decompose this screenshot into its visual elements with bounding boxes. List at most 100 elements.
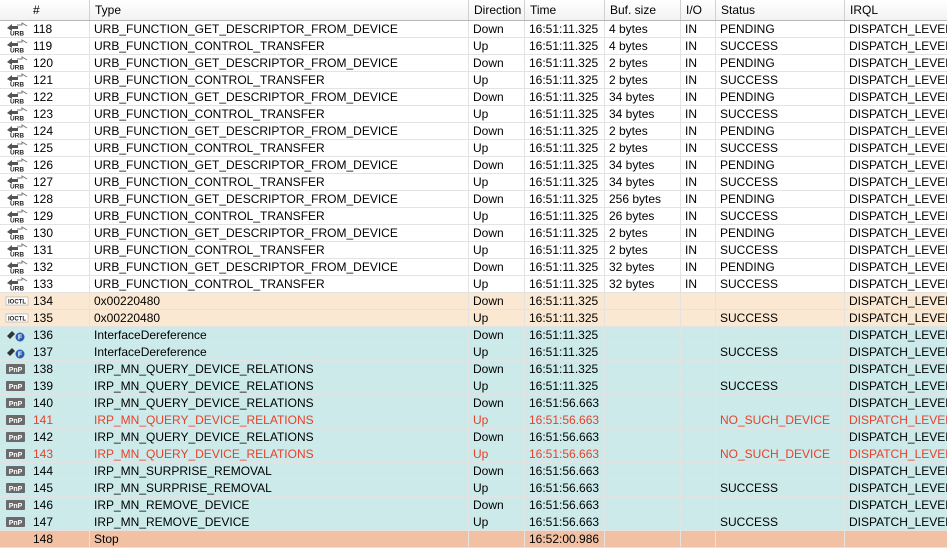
table-row[interactable]: PnP 143 IRP_MN_QUERY_DEVICE_RELATIONS Up 16:… bbox=[0, 446, 947, 463]
cell-buf-size bbox=[605, 327, 681, 343]
table-row[interactable]: 148 Stop 16:52:00.986 bbox=[0, 531, 947, 548]
cell-num: 121 bbox=[0, 72, 90, 88]
cell-buf-size: 2 bytes bbox=[605, 242, 681, 258]
cell-irql: DISPATCH_LEVEL bbox=[849, 447, 947, 461]
table-row[interactable]: URB 120 URB_FUNCTION_GET_DESCRIPTOR_FROM_D… bbox=[0, 55, 947, 72]
table-row[interactable]: IOCTL 134 0x00220480 Down 16:51:11.325 DISPAT… bbox=[0, 293, 947, 310]
cell-irql: DISPATCH_LEVEL bbox=[849, 345, 947, 359]
cell-type: IRP_MN_SURPRISE_REMOVAL bbox=[90, 480, 469, 496]
column-header-status[interactable]: Status bbox=[716, 0, 845, 20]
cell-num: 130 bbox=[0, 225, 90, 241]
cell-time: 16:51:56.663 bbox=[525, 446, 605, 462]
table-row[interactable]: URB 133 URB_FUNCTION_CONTROL_TRANSFER Up 16:… bbox=[0, 276, 947, 293]
table-row[interactable]: URB 122 URB_FUNCTION_GET_DESCRIPTOR_FROM_D… bbox=[0, 89, 947, 106]
table-row[interactable]: PnP 140 IRP_MN_QUERY_DEVICE_RELATIONS Down 1… bbox=[0, 395, 947, 412]
cell-io: IN bbox=[681, 55, 716, 71]
table-row[interactable]: IOCTL 135 0x00220480 Up 16:51:11.325 SUCCESS D… bbox=[0, 310, 947, 327]
column-header-num[interactable]: # bbox=[0, 0, 90, 20]
column-header-buf-size[interactable]: Buf. size bbox=[605, 0, 681, 20]
table-row[interactable]: URB 127 URB_FUNCTION_CONTROL_TRANSFER Up 16:… bbox=[0, 174, 947, 191]
cell-irql: DISPATCH_LEVEL bbox=[849, 209, 947, 223]
cell-irql: DISPATCH_LEVEL bbox=[849, 328, 947, 342]
cell-direction bbox=[469, 531, 525, 547]
cell-num: 148 bbox=[0, 531, 90, 547]
table-row[interactable]: PnP 144 IRP_MN_SURPRISE_REMOVAL Down 16:51:5… bbox=[0, 463, 947, 480]
cell-io: IN bbox=[681, 242, 716, 258]
table-row[interactable]: URB 132 URB_FUNCTION_GET_DESCRIPTOR_FROM_D… bbox=[0, 259, 947, 276]
cell-time: 16:51:11.325 bbox=[525, 21, 605, 37]
table-row[interactable]: PnP 146 IRP_MN_REMOVE_DEVICE Down 16:51:56.6… bbox=[0, 497, 947, 514]
cell-direction: Up bbox=[469, 514, 525, 530]
column-header-direction[interactable]: Direction bbox=[469, 0, 525, 20]
table-row[interactable]: F 136 InterfaceDereference Down 16:51:11.325… bbox=[0, 327, 947, 344]
cell-status: PENDING bbox=[716, 225, 845, 241]
column-header-time[interactable]: Time bbox=[525, 0, 605, 20]
cell-time: 16:51:11.325 bbox=[525, 293, 605, 309]
column-header-type[interactable]: Type bbox=[90, 0, 469, 20]
cell-time: 16:51:11.325 bbox=[525, 378, 605, 394]
cell-type: IRP_MN_QUERY_DEVICE_RELATIONS bbox=[90, 361, 469, 377]
cell-direction: Down bbox=[469, 429, 525, 445]
table-row[interactable]: URB 124 URB_FUNCTION_GET_DESCRIPTOR_FROM_D… bbox=[0, 123, 947, 140]
table-row[interactable]: URB 130 URB_FUNCTION_GET_DESCRIPTOR_FROM_D… bbox=[0, 225, 947, 242]
cell-num: 120 bbox=[0, 55, 90, 71]
table-row[interactable]: F 137 InterfaceDereference Up 16:51:11.325 SU… bbox=[0, 344, 947, 361]
cell-status: SUCCESS bbox=[716, 242, 845, 258]
cell-irql: DISPATCH_LEVEL bbox=[849, 396, 947, 410]
table-row[interactable]: URB 119 URB_FUNCTION_CONTROL_TRANSFER Up 16:… bbox=[0, 38, 947, 55]
cell-irql: DISPATCH_LEVEL bbox=[849, 243, 947, 257]
cell-type: URB_FUNCTION_CONTROL_TRANSFER bbox=[90, 276, 469, 292]
cell-direction: Up bbox=[469, 72, 525, 88]
cell-irql: DISPATCH_LEVEL bbox=[849, 192, 947, 206]
cell-io: IN bbox=[681, 276, 716, 292]
table-row[interactable]: PnP 138 IRP_MN_QUERY_DEVICE_RELATIONS Down 1… bbox=[0, 361, 947, 378]
cell-buf-size: 34 bytes bbox=[605, 157, 681, 173]
table-row[interactable]: URB 126 URB_FUNCTION_GET_DESCRIPTOR_FROM_D… bbox=[0, 157, 947, 174]
cell-status: PENDING bbox=[716, 123, 845, 139]
table-row[interactable]: URB 121 URB_FUNCTION_CONTROL_TRANSFER Up 16:… bbox=[0, 72, 947, 89]
table-row[interactable]: PnP 139 IRP_MN_QUERY_DEVICE_RELATIONS Up 16:… bbox=[0, 378, 947, 395]
cell-irql: DISPATCH_LEVEL bbox=[849, 413, 947, 427]
cell-irql: DISPATCH_LEVEL bbox=[849, 481, 947, 495]
table-row[interactable]: URB 131 URB_FUNCTION_CONTROL_TRANSFER Up 16:… bbox=[0, 242, 947, 259]
cell-irql: DISPATCH_LEVEL bbox=[849, 362, 947, 376]
table-row[interactable]: URB 123 URB_FUNCTION_CONTROL_TRANSFER Up 16:… bbox=[0, 106, 947, 123]
cell-io bbox=[681, 412, 716, 428]
table-row[interactable]: PnP 147 IRP_MN_REMOVE_DEVICE Up 16:51:56.663… bbox=[0, 514, 947, 531]
cell-io: IN bbox=[681, 225, 716, 241]
cell-direction: Down bbox=[469, 327, 525, 343]
table-row[interactable]: URB 128 URB_FUNCTION_GET_DESCRIPTOR_FROM_D… bbox=[0, 191, 947, 208]
cell-time: 16:51:56.663 bbox=[525, 463, 605, 479]
cell-type: IRP_MN_QUERY_DEVICE_RELATIONS bbox=[90, 378, 469, 394]
table-row[interactable]: PnP 145 IRP_MN_SURPRISE_REMOVAL Up 16:51:56.… bbox=[0, 480, 947, 497]
cell-irql: DISPATCH_LEVEL bbox=[849, 430, 947, 444]
table-row[interactable]: URB 118 URB_FUNCTION_GET_DESCRIPTOR_FROM_D… bbox=[0, 21, 947, 38]
cell-irql: DISPATCH_LEVEL bbox=[849, 39, 947, 53]
cell-direction: Up bbox=[469, 310, 525, 326]
cell-status bbox=[716, 327, 845, 343]
cell-type: 0x00220480 bbox=[90, 293, 469, 309]
cell-num: 143 bbox=[0, 446, 90, 462]
cell-direction: Up bbox=[469, 344, 525, 360]
cell-io bbox=[681, 327, 716, 343]
column-header-irql[interactable]: IRQL bbox=[845, 0, 947, 20]
table-row[interactable]: PnP 141 IRP_MN_QUERY_DEVICE_RELATIONS Up 16:… bbox=[0, 412, 947, 429]
cell-time: 16:52:00.986 bbox=[525, 531, 605, 547]
event-log-grid[interactable]: # Type Direction Time Buf. size I/O Stat… bbox=[0, 0, 947, 557]
cell-status: SUCCESS bbox=[716, 378, 845, 394]
cell-type: URB_FUNCTION_GET_DESCRIPTOR_FROM_DEVICE bbox=[90, 259, 469, 275]
cell-buf-size: 2 bytes bbox=[605, 72, 681, 88]
table-row[interactable]: PnP 142 IRP_MN_QUERY_DEVICE_RELATIONS Down 1… bbox=[0, 429, 947, 446]
cell-time: 16:51:11.325 bbox=[525, 225, 605, 241]
cell-buf-size: 4 bytes bbox=[605, 21, 681, 37]
cell-io: IN bbox=[681, 157, 716, 173]
cell-irql: DISPATCH_LEVEL bbox=[849, 379, 947, 393]
cell-status bbox=[716, 429, 845, 445]
cell-irql: DISPATCH_LEVEL bbox=[849, 22, 947, 36]
table-row[interactable]: URB 129 URB_FUNCTION_CONTROL_TRANSFER Up 16:… bbox=[0, 208, 947, 225]
cell-status: SUCCESS bbox=[716, 310, 845, 326]
column-header-io[interactable]: I/O bbox=[681, 0, 716, 20]
cell-time: 16:51:11.325 bbox=[525, 123, 605, 139]
table-row[interactable]: URB 125 URB_FUNCTION_CONTROL_TRANSFER Up 16:… bbox=[0, 140, 947, 157]
cell-status: SUCCESS bbox=[716, 38, 845, 54]
